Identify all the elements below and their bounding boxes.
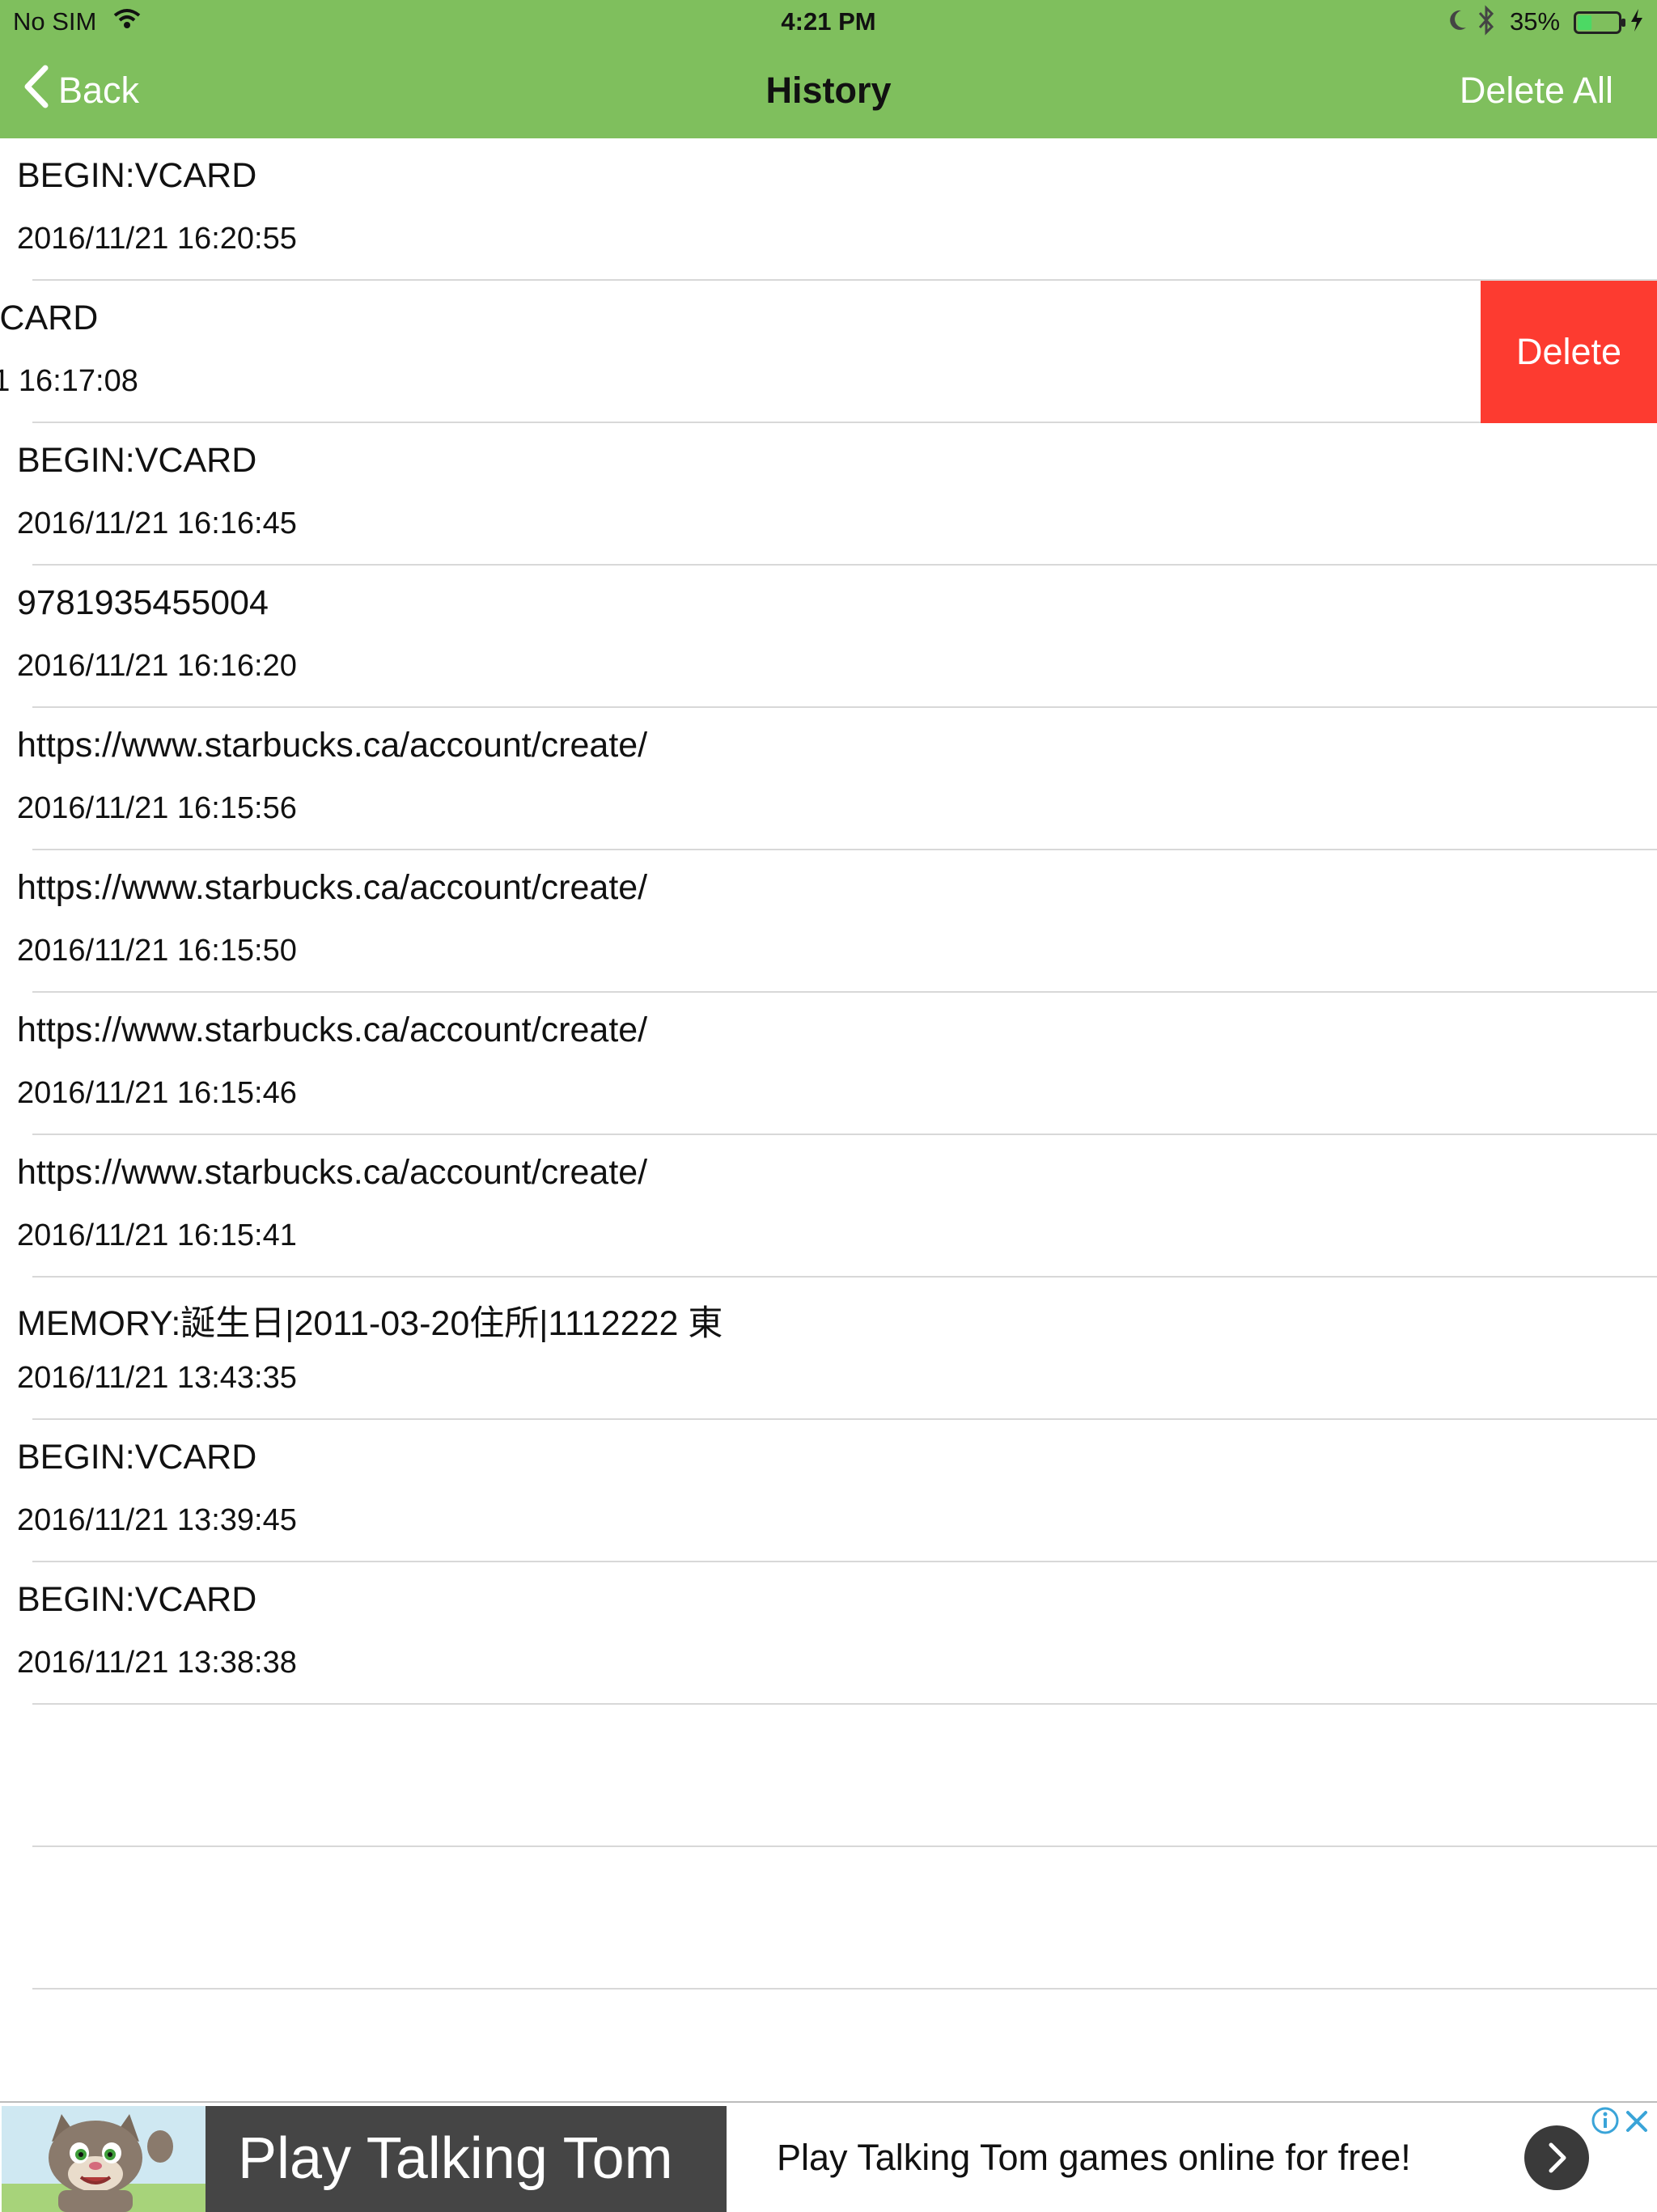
history-row[interactable]: MEMORY:誕生日|2011-03-20住所|1112222 東 2016/1… [0, 1278, 1657, 1420]
history-row[interactable]: https://www.starbucks.ca/account/create/… [0, 1135, 1657, 1278]
navigation-bar: No SIM 4:21 PM 35% Back History Delete A… [0, 0, 1657, 138]
chevron-right-icon [1524, 2142, 1589, 2193]
ad-close-icon[interactable] [1623, 2108, 1651, 2139]
history-item-title: BEGIN:VCARD [17, 156, 257, 195]
history-list: BEGIN:VCARD 2016/11/21 16:20:55 BEGIN:VC… [0, 138, 1657, 1990]
delete-all-button[interactable]: Delete All [1460, 68, 1613, 113]
history-row[interactable]: BEGIN:VCARD 2016/11/21 16:20:55 [0, 138, 1657, 281]
history-item-title: https://www.starbucks.ca/account/create/ [17, 1011, 648, 1049]
history-row[interactable]: https://www.starbucks.ca/account/create/… [0, 850, 1657, 993]
history-item-title: BEGIN:VCARD [17, 1580, 257, 1619]
row-separator [32, 1988, 1657, 1990]
history-item-title: 9781935455004 [17, 583, 269, 622]
charging-bolt-icon [1629, 8, 1644, 39]
history-item-date: 2016/11/21 16:20:55 [17, 222, 297, 256]
swiped-row-content: BEGIN:VCARD 2016/11/21 16:17:08 [0, 281, 1498, 423]
ad-info-icon[interactable] [1591, 2106, 1620, 2139]
history-item-title: https://www.starbucks.ca/account/create/ [17, 868, 648, 907]
page-title: History [765, 70, 892, 111]
battery-icon [1574, 11, 1627, 40]
history-item-date: 2016/11/21 13:39:45 [17, 1503, 297, 1537]
empty-row [0, 1847, 1657, 1990]
ad-go-button[interactable] [1524, 2125, 1589, 2190]
history-item-title: MEMORY:誕生日|2011-03-20住所|1112222 東 [17, 1304, 723, 1343]
status-bar: No SIM 4:21 PM 35% [0, 0, 1657, 44]
ad-banner[interactable]: Play Talking Tom Play Talking Tom games … [0, 2101, 1657, 2212]
history-item-date: 2016/11/21 16:16:45 [17, 506, 297, 540]
moon-icon [1447, 8, 1468, 39]
clock: 4:21 PM [781, 7, 876, 36]
history-item-date: 2016/11/21 16:15:56 [17, 791, 297, 825]
history-row[interactable]: BEGIN:VCARD 2016/11/21 16:16:45 [0, 423, 1657, 566]
battery-percent: 35% [1510, 7, 1561, 36]
history-row[interactable]: https://www.starbucks.ca/account/create/… [0, 708, 1657, 850]
history-item-date: 2016/11/21 13:38:38 [17, 1646, 297, 1680]
history-row[interactable]: https://www.starbucks.ca/account/create/… [0, 993, 1657, 1135]
history-item-date: 2016/11/21 16:15:50 [17, 934, 297, 968]
bluetooth-icon [1477, 5, 1495, 42]
ad-headline: Play Talking Tom [238, 2126, 673, 2191]
empty-row [0, 1705, 1657, 1847]
history-item-title: BEGIN:VCARD [17, 441, 257, 480]
history-item-date: 2016/11/21 13:43:35 [17, 1361, 297, 1395]
history-item-title: https://www.starbucks.ca/account/create/ [17, 726, 648, 765]
talking-tom-cat-image[interactable] [2, 2106, 206, 2212]
history-item-date: 2016/11/21 16:16:20 [17, 649, 297, 683]
history-item-title: BEGIN:VCARD [17, 1438, 257, 1477]
ad-body-text[interactable]: Play Talking Tom games online for free! [777, 2104, 1411, 2210]
history-row-swiped[interactable]: BEGIN:VCARD 2016/11/21 16:17:08 Delete [0, 281, 1657, 423]
history-row[interactable]: 9781935455004 2016/11/21 16:16:20 [0, 566, 1657, 708]
ad-headline-box[interactable]: Play Talking Tom [206, 2106, 727, 2212]
swipe-delete-button[interactable]: Delete [1481, 281, 1657, 423]
history-row[interactable]: BEGIN:VCARD 2016/11/21 13:39:45 [0, 1420, 1657, 1562]
history-row[interactable]: BEGIN:VCARD 2016/11/21 13:38:38 [0, 1562, 1657, 1705]
history-item-date: 2016/11/21 16:15:46 [17, 1076, 297, 1110]
history-item-date: 2016/11/21 16:15:41 [17, 1218, 297, 1252]
history-item-date: 2016/11/21 16:17:08 [0, 364, 138, 398]
history-item-title: https://www.starbucks.ca/account/create/ [17, 1153, 648, 1192]
history-item-title: BEGIN:VCARD [0, 299, 99, 337]
